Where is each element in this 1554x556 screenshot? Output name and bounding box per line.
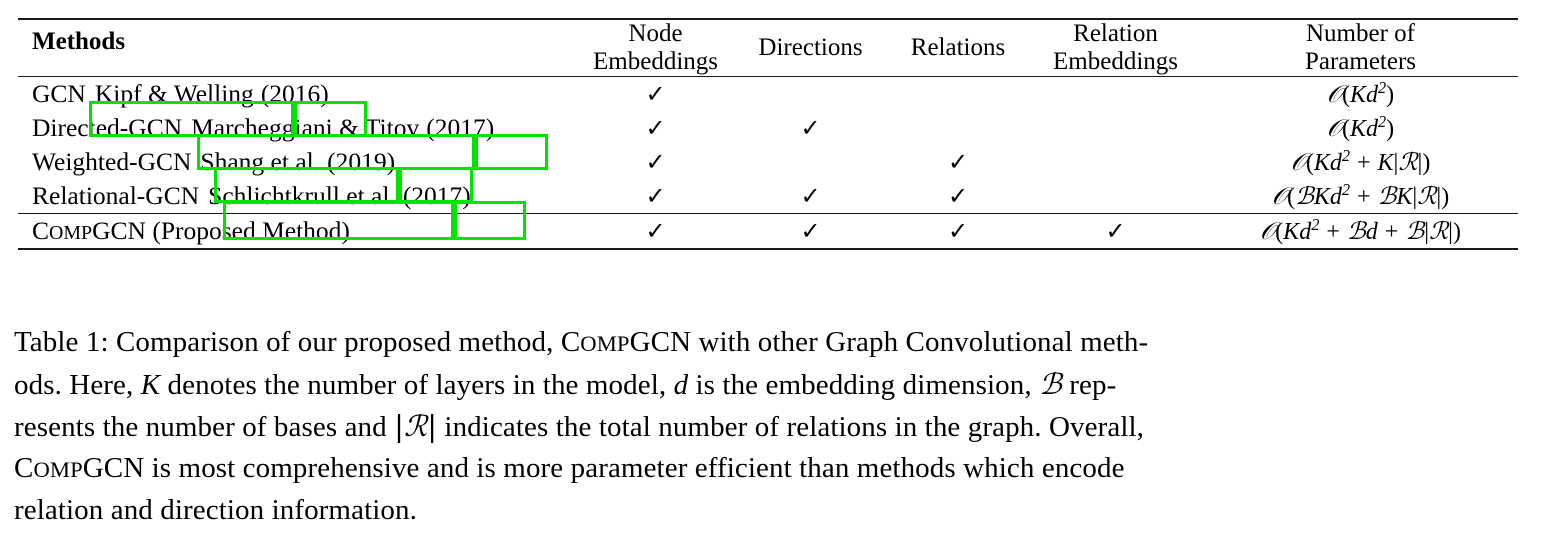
method-name: Weighted-GCN xyxy=(32,147,192,177)
column-header-directions: Directions xyxy=(758,34,863,61)
check-icon: ✓ xyxy=(1105,219,1126,245)
header-line-1: Node xyxy=(628,20,683,47)
cell-node-embeddings: ✓ xyxy=(578,179,733,214)
check-icon: ✓ xyxy=(947,150,969,176)
cell-directions xyxy=(733,145,888,179)
header-line-1: Relation xyxy=(1073,20,1158,47)
caption-math-b: ℬ xyxy=(1039,367,1062,401)
cell-relations xyxy=(888,77,1028,111)
check-icon: ✓ xyxy=(800,116,821,142)
caption-smallcaps: OMP xyxy=(580,331,630,356)
annotation-box-citation-author-schlichtkrull[interactable] xyxy=(223,201,454,240)
annotation-box-citation-year-2019[interactable] xyxy=(399,167,473,203)
caption-line-5: relation and direction information. xyxy=(14,494,417,526)
caption-text: rep- xyxy=(1061,369,1117,401)
caption-text: resents the number of bases and xyxy=(14,411,395,443)
column-header-node-embeddings: Node Embeddings xyxy=(578,20,733,77)
cell-node-embeddings: ✓ xyxy=(578,145,733,179)
check-icon: ✓ xyxy=(800,219,821,245)
header-line-1: Number of xyxy=(1306,20,1415,47)
check-icon: ✓ xyxy=(947,184,969,210)
cell-node-embeddings: ✓ xyxy=(578,214,733,249)
caption-text: is the embedding dimension, xyxy=(688,369,1040,401)
caption-math-r: |ℛ| xyxy=(394,409,438,443)
check-icon: ✓ xyxy=(645,82,666,108)
cell-node-embeddings: ✓ xyxy=(578,111,733,145)
cell-directions: ✓ xyxy=(733,111,888,145)
cell-number-of-parameters: 𝒪(Kd2) xyxy=(1326,111,1395,142)
caption-text: indicates the total number of relations … xyxy=(437,411,1144,443)
cell-node-embeddings: ✓ xyxy=(578,77,733,111)
cell-directions xyxy=(733,77,888,111)
proposed-name-smallcaps: OMP xyxy=(49,222,93,245)
cell-number-of-parameters: 𝒪(Kd2 + ℬd + ℬ|ℛ|) xyxy=(1260,214,1461,245)
cell-relations xyxy=(888,111,1028,145)
check-icon: ✓ xyxy=(800,184,821,210)
method-name: GCN xyxy=(32,79,86,109)
caption-line-3: resents the number of bases and |ℛ| indi… xyxy=(14,406,1538,448)
annotation-box-citation-year-2017-directed[interactable] xyxy=(475,134,548,170)
page-root: Methods Node Embeddings Directions Relat… xyxy=(0,0,1554,556)
cell-directions: ✓ xyxy=(733,214,888,249)
check-icon: ✓ xyxy=(645,150,666,176)
column-header-relation-embeddings: Relation Embeddings xyxy=(1028,20,1203,77)
caption-text: C xyxy=(14,452,34,484)
check-icon: ✓ xyxy=(947,219,969,245)
annotation-box-citation-year-2016[interactable] xyxy=(294,101,367,137)
header-line-2: Embeddings xyxy=(593,48,718,75)
annotation-box-citation-author-shang[interactable] xyxy=(214,167,399,203)
caption-text: denotes the number of layers in the mode… xyxy=(160,369,674,401)
header-line-2: Embeddings xyxy=(1053,48,1178,75)
caption-line-4: COMPGCN is most comprehensive and is mor… xyxy=(14,448,1538,490)
cell-relations: ✓ xyxy=(888,214,1028,249)
check-icon: ✓ xyxy=(645,116,666,142)
annotation-box-citation-year-2017-relational[interactable] xyxy=(454,201,526,240)
column-header-number-of-parameters: Number of Parameters xyxy=(1203,20,1518,77)
table-rule-bottom xyxy=(18,248,1518,251)
cell-relation-embeddings xyxy=(1028,179,1203,214)
cell-relation-embeddings xyxy=(1028,111,1203,145)
caption-text: Table 1: Comparison of our proposed meth… xyxy=(14,326,581,358)
caption-text: ods. Here, xyxy=(14,369,141,401)
annotation-box-citation-author-kipf-welling[interactable] xyxy=(89,101,294,137)
proposed-name-initial: C xyxy=(32,216,50,246)
caption-math-k: K xyxy=(140,369,161,401)
cell-directions: ✓ xyxy=(733,179,888,214)
check-icon: ✓ xyxy=(645,184,666,210)
column-header-methods: Methods xyxy=(32,28,126,55)
caption-line-2: ods. Here, K denotes the number of layer… xyxy=(14,364,1538,406)
caption-math-d: d xyxy=(673,369,689,401)
cell-number-of-parameters: 𝒪(Kd2 + K|ℛ|) xyxy=(1290,145,1431,176)
cell-relations: ✓ xyxy=(888,145,1028,179)
check-icon: ✓ xyxy=(645,219,666,245)
annotation-box-citation-author-marcheggiani-titov[interactable] xyxy=(197,134,475,170)
cell-number-of-parameters: 𝒪(Kd2) xyxy=(1326,77,1395,108)
method-name: Relational-GCN xyxy=(32,181,200,211)
caption-smallcaps: OMP xyxy=(33,457,83,482)
table-header-row: Methods Node Embeddings Directions Relat… xyxy=(18,20,1518,77)
cell-relation-embeddings xyxy=(1028,77,1203,111)
cell-number-of-parameters: 𝒪(ℬKd2 + ℬK|ℛ|) xyxy=(1271,179,1450,210)
cell-relations: ✓ xyxy=(888,179,1028,214)
cell-relation-embeddings: ✓ xyxy=(1028,214,1203,249)
caption-text: GCN with other Graph Convolutional meth- xyxy=(629,326,1149,358)
table-caption: Table 1: Comparison of our proposed meth… xyxy=(14,322,1538,531)
proposed-name-rest: GCN xyxy=(92,216,146,246)
cell-relation-embeddings xyxy=(1028,145,1203,179)
column-header-relations: Relations xyxy=(910,34,1006,61)
header-line-2: Parameters xyxy=(1304,48,1417,75)
caption-text: GCN is most comprehensive and is more pa… xyxy=(82,452,1125,484)
caption-line-1: Table 1: Comparison of our proposed meth… xyxy=(14,322,1538,364)
